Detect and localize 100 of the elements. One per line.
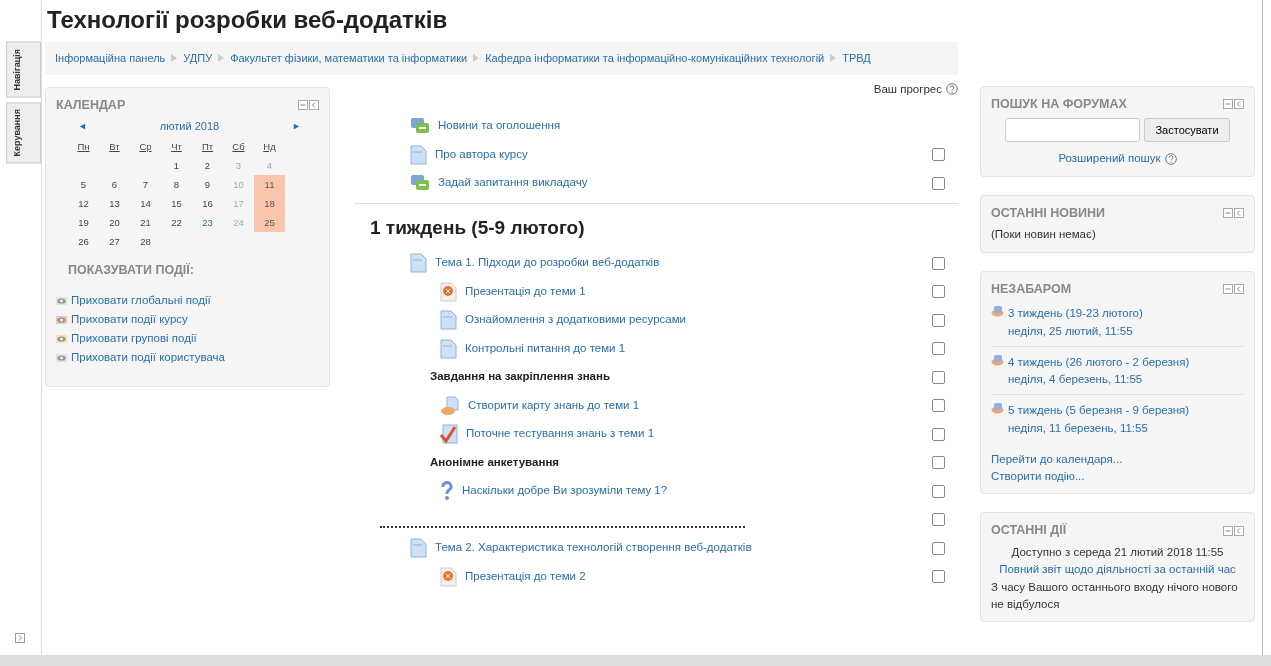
completion-checkbox[interactable] (931, 541, 945, 555)
event-date-link[interactable]: неділя, 11 березень, 11:55 (1008, 419, 1190, 437)
breadcrumb-link[interactable]: УДПУ (183, 50, 213, 67)
block-title: НЕЗАБАРОМ (991, 280, 1072, 298)
block-title: ОСТАННІ НОВИНИ (991, 204, 1106, 222)
breadcrumb-link[interactable]: Кафедра інформатики та інформаційно-комунікаційних технологій (485, 50, 825, 67)
checkmark-document-icon (440, 424, 458, 444)
weekday-header: Ср (138, 139, 153, 154)
completion-checkbox[interactable] (931, 148, 945, 161)
previous-month-link[interactable]: ◄ (78, 119, 87, 134)
completion-checkbox[interactable] (931, 484, 945, 498)
help-icon (946, 83, 958, 96)
weekday-header: Пн (76, 139, 91, 154)
completion-checkbox[interactable] (931, 370, 945, 384)
calendar-day: 1 (161, 155, 192, 175)
completion-checkbox[interactable] (931, 456, 945, 469)
event-icon (991, 305, 1004, 318)
event-icon (991, 353, 1004, 366)
calendar-link[interactable]: Створити подію... (991, 468, 1244, 486)
help-icon (1164, 152, 1177, 165)
activity-link[interactable]: Ознайомлення з додатковими ресурсами (465, 311, 686, 329)
block-title: ОСТАННІ ДІЇ (991, 522, 1067, 540)
calendar-day[interactable]: 11 (254, 174, 285, 194)
advanced-search-link[interactable]: Розширений пошук (1058, 150, 1161, 168)
side-tab[interactable]: Керування (6, 101, 41, 163)
event-filter-link[interactable]: Приховати події користувача (71, 349, 225, 367)
chat-bubbles-icon (410, 174, 430, 192)
question-mark-icon (440, 481, 454, 501)
activity-link[interactable]: Презентація до теми 2 (465, 567, 586, 586)
completion-checkbox[interactable] (931, 342, 945, 355)
progress-label: Ваш прогрес (873, 81, 942, 97)
dock-icon (1234, 525, 1244, 536)
event-link[interactable]: 5 тиждень (5 березня - 9 березня) (1008, 402, 1190, 420)
breadcrumb-link[interactable]: Інформаційна панель (55, 50, 166, 67)
calendar-day: 2 (192, 155, 223, 175)
dock-icon (1234, 99, 1244, 110)
activity-link[interactable]: Наскільки добре Ви зрозуміли тему 1? (462, 482, 668, 500)
calendar-day: 22 (161, 212, 192, 232)
activity-link[interactable]: Новини та оголошення (438, 117, 561, 135)
activity-link[interactable]: Задай запитання викладачу (438, 174, 588, 192)
calendar-day: 14 (130, 193, 161, 213)
calendar-day: 26 (68, 231, 99, 251)
event-date-link[interactable]: неділя, 4 березень, 11:55 (1008, 371, 1190, 389)
section-label: Завдання на закріплення знань (430, 369, 610, 385)
completion-checkbox[interactable] (931, 570, 945, 583)
calendar-day: 4 (254, 155, 285, 175)
calendar-day: 24 (223, 212, 254, 232)
event-filter-link[interactable]: Приховати групові події (71, 330, 197, 348)
weekday-header: Сб (231, 139, 246, 154)
activity-link[interactable]: Контрольні питання до теми 1 (465, 339, 626, 358)
slideshow-file-icon (440, 281, 457, 302)
calendar-day: 21 (130, 212, 161, 232)
activity-link[interactable]: Тема 2. Характеристика технологій створення веб-додатків (435, 539, 752, 557)
completion-checkbox[interactable] (931, 513, 945, 526)
calendar-day: 13 (99, 193, 130, 213)
event-date-link[interactable]: неділя, 25 лютий, 11:55 (1008, 322, 1143, 340)
availability-text: Доступно з середа 21 лютий 2018 11:55 (1010, 545, 1225, 560)
events-heading: ПОКАЗУВАТИ ПОДІЇ: (68, 261, 195, 279)
activity-link[interactable]: Тема 1. Підходи до розробки веб-додатків (435, 254, 660, 272)
calendar-link[interactable]: Перейти до календаря... (991, 450, 1244, 468)
completion-checkbox[interactable] (931, 285, 945, 298)
event-filter-link[interactable]: Приховати глобальні події (71, 292, 211, 310)
collapse-icon (1223, 283, 1233, 294)
search-field[interactable] (1005, 117, 1141, 142)
news-text: (Поки новин немає) (991, 227, 1097, 243)
activity-report-link[interactable]: Повний звіт щодо діяльності за останній час (999, 563, 1236, 576)
chat-bubbles-icon (410, 117, 430, 135)
collapse-icon (1223, 207, 1233, 218)
calendar-day: 17 (223, 193, 254, 213)
breadcrumb-link[interactable]: Факультет фізики, математики та інформатики (230, 50, 468, 67)
calendar-day: 5 (68, 174, 99, 194)
completion-checkbox[interactable] (931, 256, 945, 270)
calendar-day: 28 (130, 231, 161, 251)
activity-link[interactable]: Презентація до теми 1 (465, 282, 586, 301)
weekday-header: Нд (262, 139, 277, 154)
breadcrumb-link[interactable]: ТРВД (842, 50, 871, 67)
side-tab[interactable]: Навігація (6, 42, 41, 98)
weekday-header: Вт (108, 139, 121, 154)
apply-button[interactable]: Застосувати (1144, 117, 1230, 143)
calendar-day: 6 (99, 174, 130, 194)
event-filter-link[interactable]: Приховати події курсу (71, 311, 188, 329)
activity-link[interactable]: Створити карту знань до теми 1 (468, 396, 640, 415)
event-link[interactable]: 3 тиждень (19-23 лютого) (1008, 305, 1143, 323)
calendar-day: 10 (223, 174, 254, 194)
activity-link[interactable]: Про автора курсу (435, 145, 528, 164)
completion-checkbox[interactable] (931, 313, 945, 327)
calendar-day: 12 (68, 193, 99, 213)
event-link[interactable]: 4 тиждень (26 лютого - 2 березня) (1008, 353, 1190, 371)
month-title[interactable]: лютий 2018 (159, 118, 220, 135)
document-icon (410, 253, 427, 273)
page-title: Технології розробки веб-додатків (47, 5, 449, 35)
completion-checkbox[interactable] (931, 399, 945, 412)
activity-link[interactable]: Поточне тестування знань з теми 1 (466, 425, 655, 443)
calendar-day: 8 (161, 174, 192, 194)
separator-icon (473, 54, 480, 63)
completion-checkbox[interactable] (931, 176, 945, 190)
block-title: КАЛЕНДАР (56, 96, 126, 114)
separator-icon (830, 54, 837, 63)
next-month-link[interactable]: ► (292, 119, 301, 134)
completion-checkbox[interactable] (931, 427, 945, 441)
